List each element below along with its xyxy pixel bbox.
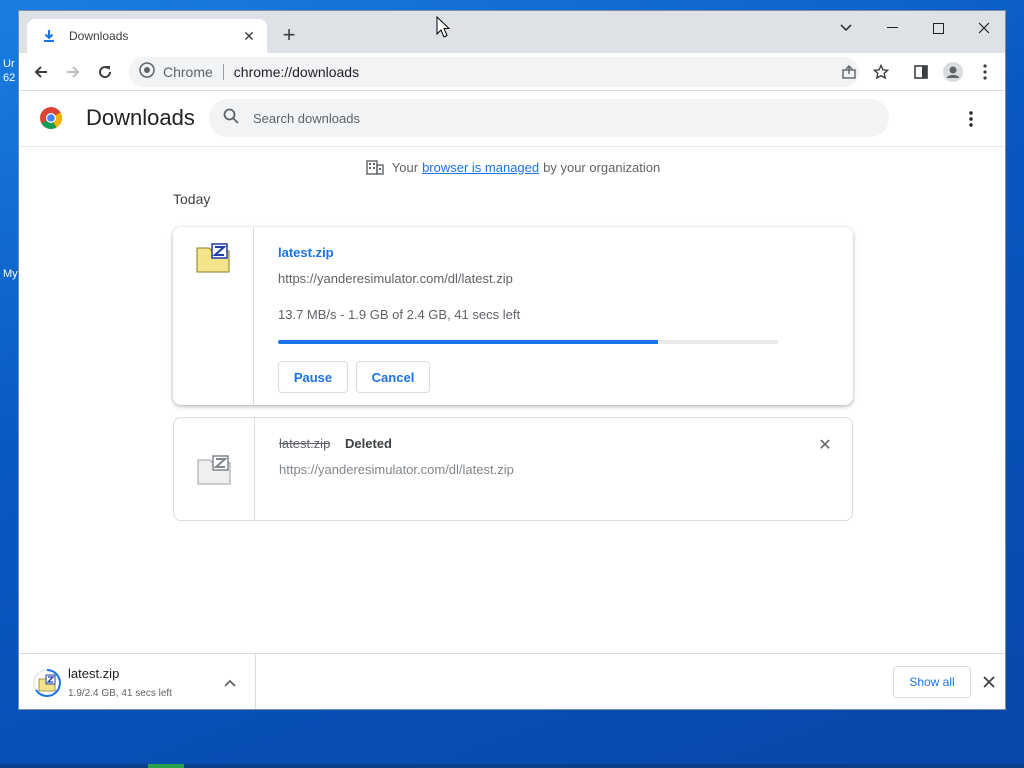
download-progress-status: 13.7 MB/s - 1.9 GB of 2.4 GB, 41 secs le… xyxy=(278,307,521,322)
close-tab-icon[interactable]: ✕ xyxy=(241,28,257,44)
taskbar-active-item[interactable] xyxy=(148,764,184,768)
download-item-deleted: latest.zip Deleted https://yanderesimula… xyxy=(173,417,853,521)
chevron-up-icon[interactable] xyxy=(221,674,239,692)
reload-button[interactable] xyxy=(91,58,119,86)
download-shelf: latest.zip 1.9/2.4 GB, 41 secs left Show… xyxy=(19,653,1005,709)
download-progress-bar xyxy=(278,340,778,344)
maximize-button[interactable] xyxy=(915,13,961,43)
chrome-menu-icon[interactable] xyxy=(971,58,999,86)
chrome-window: Downloads ✕ + Chrome chrome://downloads … xyxy=(18,10,1006,710)
mouse-cursor-icon xyxy=(436,16,450,38)
back-button[interactable] xyxy=(27,58,55,86)
file-icon-column xyxy=(174,418,255,520)
forward-button[interactable] xyxy=(59,58,87,86)
browser-managed-link[interactable]: browser is managed xyxy=(422,160,539,175)
search-downloads-box[interactable] xyxy=(209,99,889,137)
search-input[interactable] xyxy=(253,110,853,126)
minimize-button[interactable] xyxy=(869,13,915,43)
remove-from-list-icon[interactable]: ✕ xyxy=(816,436,834,454)
deleted-file-name: latest.zip xyxy=(279,436,331,451)
file-icon-column xyxy=(173,227,254,405)
downloads-menu-icon[interactable] xyxy=(959,107,983,131)
desktop-icon-label[interactable]: My xyxy=(3,268,18,280)
zip-file-progress-icon xyxy=(33,669,61,697)
shelf-download-item[interactable]: latest.zip 1.9/2.4 GB, 41 secs left xyxy=(19,654,256,709)
download-icon xyxy=(41,28,57,44)
show-all-button[interactable]: Show all xyxy=(893,666,971,698)
zip-file-icon-deleted xyxy=(197,455,231,485)
download-source-url[interactable]: https://yanderesimulator.com/dl/latest.z… xyxy=(279,462,514,477)
building-icon xyxy=(366,159,384,175)
tab-downloads[interactable]: Downloads ✕ xyxy=(27,19,267,53)
managed-prefix: Your xyxy=(391,159,419,175)
chrome-site-icon xyxy=(139,61,155,83)
pause-button[interactable]: Pause xyxy=(278,361,348,393)
page-title: Downloads xyxy=(86,105,195,130)
download-progress-fill xyxy=(278,340,658,344)
site-name: Chrome xyxy=(163,64,213,80)
cancel-button[interactable]: Cancel xyxy=(356,361,430,393)
download-item-active: latest.zip https://yanderesimulator.com/… xyxy=(173,227,853,405)
taskbar xyxy=(0,764,1024,768)
tab-search-chevron-icon[interactable] xyxy=(823,13,869,43)
bookmark-star-icon[interactable] xyxy=(867,58,895,86)
shelf-file-name: latest.zip xyxy=(68,666,120,681)
close-shelf-icon[interactable] xyxy=(979,672,999,692)
new-tab-button[interactable]: + xyxy=(277,22,301,47)
deleted-status-label: Deleted xyxy=(345,436,392,451)
desktop-icon-label[interactable]: Ur xyxy=(3,58,15,70)
download-file-link[interactable]: latest.zip xyxy=(278,245,334,260)
zip-file-icon xyxy=(196,243,230,273)
side-panel-icon[interactable] xyxy=(907,58,935,86)
shelf-status-text: 1.9/2.4 GB, 41 secs left xyxy=(68,688,172,699)
profile-avatar-icon[interactable] xyxy=(939,58,967,86)
download-source-url[interactable]: https://yanderesimulator.com/dl/latest.z… xyxy=(278,271,513,286)
downloads-page: Downloads Your browser is managed by you… xyxy=(19,91,1005,653)
page-header: Downloads xyxy=(19,91,1005,147)
toolbar: Chrome chrome://downloads xyxy=(19,53,1005,91)
omnibox-divider xyxy=(222,64,224,80)
managed-suffix: by your organization xyxy=(543,159,661,175)
tab-bar: Downloads ✕ + xyxy=(19,11,1005,53)
share-icon[interactable] xyxy=(835,58,863,86)
chrome-logo-icon xyxy=(40,107,62,129)
search-icon xyxy=(223,108,239,129)
managed-notice: Your browser is managed by your organiza… xyxy=(19,159,1005,175)
date-section-label: Today xyxy=(173,191,211,207)
desktop-icon-label[interactable]: 62 xyxy=(3,72,15,84)
tab-title: Downloads xyxy=(69,29,129,43)
address-bar[interactable]: Chrome chrome://downloads xyxy=(129,57,859,87)
url-text[interactable]: chrome://downloads xyxy=(234,64,359,80)
close-window-button[interactable] xyxy=(961,13,1005,43)
